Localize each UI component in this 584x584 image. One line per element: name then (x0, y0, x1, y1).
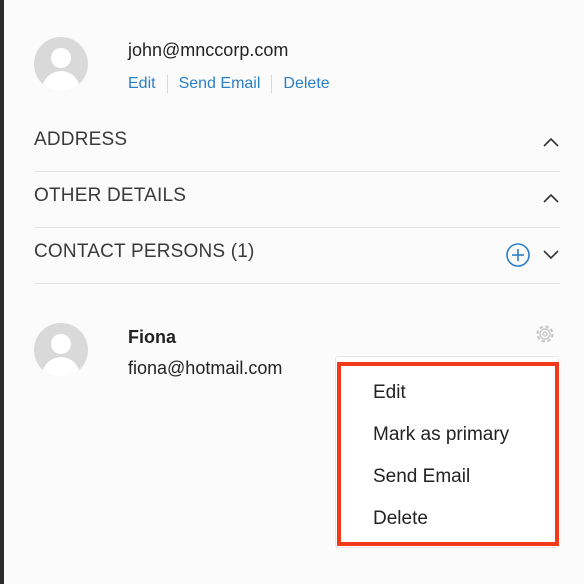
avatar-body-icon (42, 357, 80, 377)
primary-contact-avatar (34, 37, 88, 91)
contact-person-avatar (34, 323, 88, 377)
section-other-details[interactable]: OTHER DETAILS (34, 172, 560, 228)
contact-person-email: fiona@hotmail.com (128, 358, 283, 378)
avatar-head-icon (51, 48, 71, 68)
contact-person-name: Fiona (128, 327, 176, 347)
contact-details-panel: john@mnccorp.com Edit Send Email Delete … (4, 0, 584, 584)
divider (271, 75, 273, 93)
section-address-label: ADDRESS (34, 129, 128, 150)
chevron-up-icon[interactable] (542, 136, 560, 148)
chevron-up-icon[interactable] (542, 192, 560, 204)
menu-item-mark-as-primary[interactable]: Mark as primary (373, 424, 509, 446)
menu-item-edit[interactable]: Edit (373, 382, 406, 404)
contact-context-menu: Edit Mark as primary Send Email Delete (337, 362, 559, 546)
section-other-details-label: OTHER DETAILS (34, 185, 187, 206)
primary-contact-email: john@mnccorp.com (128, 40, 289, 60)
send-email-link[interactable]: Send Email (179, 75, 261, 93)
primary-contact-actions: Edit Send Email Delete (128, 75, 330, 93)
section-address[interactable]: ADDRESS (34, 116, 560, 172)
plus-circle-icon[interactable] (506, 243, 530, 267)
menu-item-delete[interactable]: Delete (373, 508, 428, 530)
avatar-body-icon (42, 71, 80, 91)
gear-icon[interactable] (533, 322, 557, 346)
chevron-down-icon[interactable] (542, 248, 560, 260)
avatar-head-icon (51, 334, 71, 354)
section-contact-persons-label: CONTACT PERSONS (1) (34, 241, 255, 262)
divider (166, 75, 168, 93)
edit-link[interactable]: Edit (128, 75, 156, 93)
menu-item-send-email[interactable]: Send Email (373, 466, 470, 488)
delete-link[interactable]: Delete (283, 75, 329, 93)
section-contact-persons[interactable]: CONTACT PERSONS (1) (34, 228, 560, 284)
